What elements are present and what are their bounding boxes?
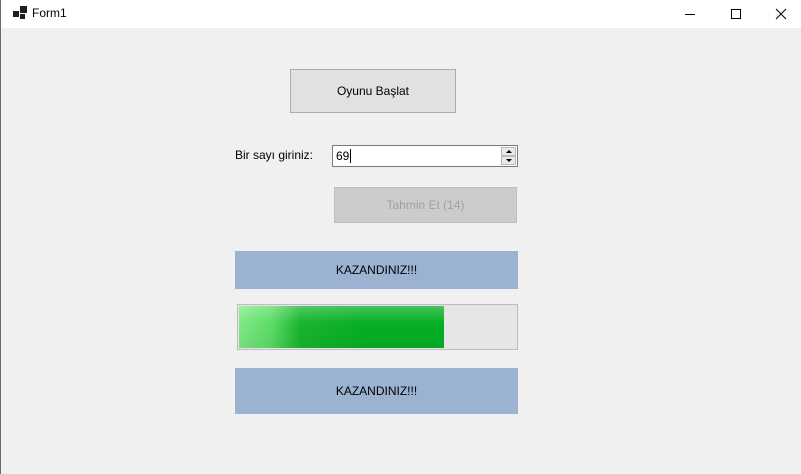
chevron-down-icon [505,159,512,162]
number-input-label: Bir sayı giriniz: [235,148,314,162]
guess-button[interactable]: Tahmin Et (14) [334,187,517,223]
maximize-button[interactable] [713,0,759,28]
app-window-icon[interactable] [13,6,27,20]
close-icon [775,8,787,20]
result-label-bottom-text: KAZANDINIZ!!! [335,384,418,398]
result-label-bottom: KAZANDINIZ!!! [235,368,518,414]
start-game-button-label: Oyunu Başlat [336,84,410,98]
text-caret [350,149,351,163]
spin-up-button[interactable] [501,147,516,156]
progress-bar [237,304,518,350]
chevron-up-icon [505,150,512,153]
progress-bar-fill [239,306,444,348]
minimize-icon [685,14,695,15]
close-button[interactable] [758,0,801,28]
result-label-top-text: KAZANDINIZ!!! [335,263,418,277]
number-input[interactable]: 69 [332,145,518,167]
form-window: Form1 Oyunu Başlat Bir sayı giriniz: 69 [0,0,801,474]
maximize-icon [731,9,741,19]
minimize-button[interactable] [667,0,713,28]
title-bar[interactable]: Form1 [1,0,801,28]
window-title: Form1 [32,6,67,20]
number-spinner[interactable] [501,147,516,165]
start-game-button[interactable]: Oyunu Başlat [290,69,456,113]
guess-button-label: Tahmin Et (14) [386,198,465,212]
spin-down-button[interactable] [501,156,516,165]
result-label-top: KAZANDINIZ!!! [235,251,518,289]
number-input-value[interactable]: 69 [336,149,349,163]
